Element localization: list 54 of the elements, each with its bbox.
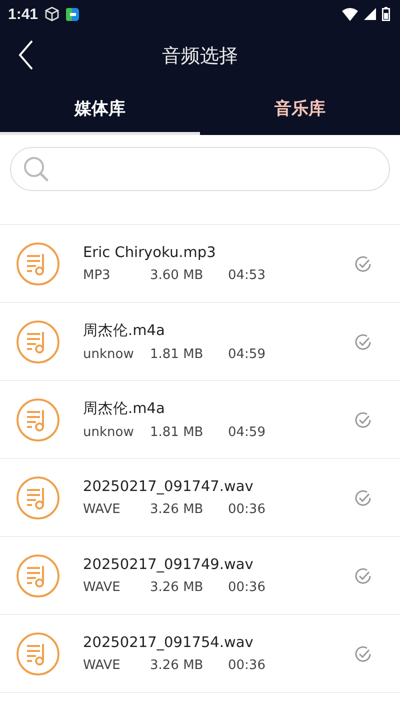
back-icon[interactable] <box>18 40 34 70</box>
file-format: WAVE <box>83 502 122 516</box>
search-field[interactable] <box>10 147 390 191</box>
status-time: 1:41 <box>8 6 38 22</box>
file-row[interactable]: 20250217_091747.wav WAVE 3.26 MB 00:36 <box>0 459 400 537</box>
check-icon[interactable] <box>354 410 372 428</box>
file-size: 3.26 MB <box>150 580 204 594</box>
file-duration: 04:53 <box>228 268 266 282</box>
file-format: unknow <box>83 347 135 362</box>
tab[interactable]: 媒体库 <box>0 84 200 135</box>
check-icon[interactable] <box>354 566 372 584</box>
file-size: 1.81 MB <box>150 425 204 440</box>
file-name: 20250217_091747.wav <box>83 478 254 494</box>
file-name: 周杰伦.m4a <box>83 322 166 340</box>
file-name: Eric Chiryoku.mp3 <box>83 244 217 260</box>
app-notification-icon <box>66 8 80 20</box>
check-icon[interactable] <box>354 644 372 662</box>
file-row[interactable]: Eric Chiryoku.mp3 MP3 3.60 MB 04:53 <box>0 225 400 303</box>
file-duration: 00:36 <box>228 658 266 672</box>
file-duration: 04:59 <box>228 347 266 362</box>
file-size: 1.81 MB <box>150 347 204 362</box>
music-file-icon <box>16 632 60 676</box>
wifi-icon <box>342 8 358 20</box>
check-icon[interactable] <box>354 332 372 350</box>
file-format: WAVE <box>83 658 122 672</box>
file-name: 20250217_091754.wav <box>83 634 254 650</box>
file-row[interactable]: 周杰伦.m4a unknow 1.81 MB 04:59 <box>0 381 400 459</box>
check-icon[interactable] <box>354 254 372 272</box>
file-format: MP3 <box>83 268 112 282</box>
signal-icon <box>364 8 376 20</box>
file-size: 3.60 MB <box>150 268 204 282</box>
file-duration: 04:59 <box>228 425 266 440</box>
battery-icon <box>382 7 390 21</box>
file-row[interactable]: 20250217_091749.wav WAVE 3.26 MB 00:36 <box>0 537 400 615</box>
file-name: 周杰伦.m4a <box>83 400 166 418</box>
screen-title: 音频选择 <box>162 44 238 69</box>
file-format: WAVE <box>83 580 122 594</box>
file-row[interactable]: 周杰伦.m4a unknow 1.81 MB 04:59 <box>0 303 400 381</box>
music-file-icon <box>16 554 60 598</box>
music-file-icon <box>16 320 60 364</box>
file-row[interactable]: 20250217_091754.wav WAVE 3.26 MB 00:36 <box>0 615 400 693</box>
file-format: unknow <box>83 425 135 440</box>
file-duration: 00:36 <box>228 580 266 594</box>
file-name: 20250217_091749.wav <box>83 556 254 572</box>
check-icon[interactable] <box>354 488 372 506</box>
tab[interactable]: 音乐库 <box>200 84 400 135</box>
file-size: 3.26 MB <box>150 658 204 672</box>
music-file-icon <box>16 242 60 286</box>
music-file-icon <box>16 398 60 442</box>
file-duration: 00:36 <box>228 502 266 516</box>
music-file-icon <box>16 476 60 520</box>
cube-icon <box>44 6 60 22</box>
file-size: 3.26 MB <box>150 502 204 516</box>
search-icon <box>23 156 49 182</box>
